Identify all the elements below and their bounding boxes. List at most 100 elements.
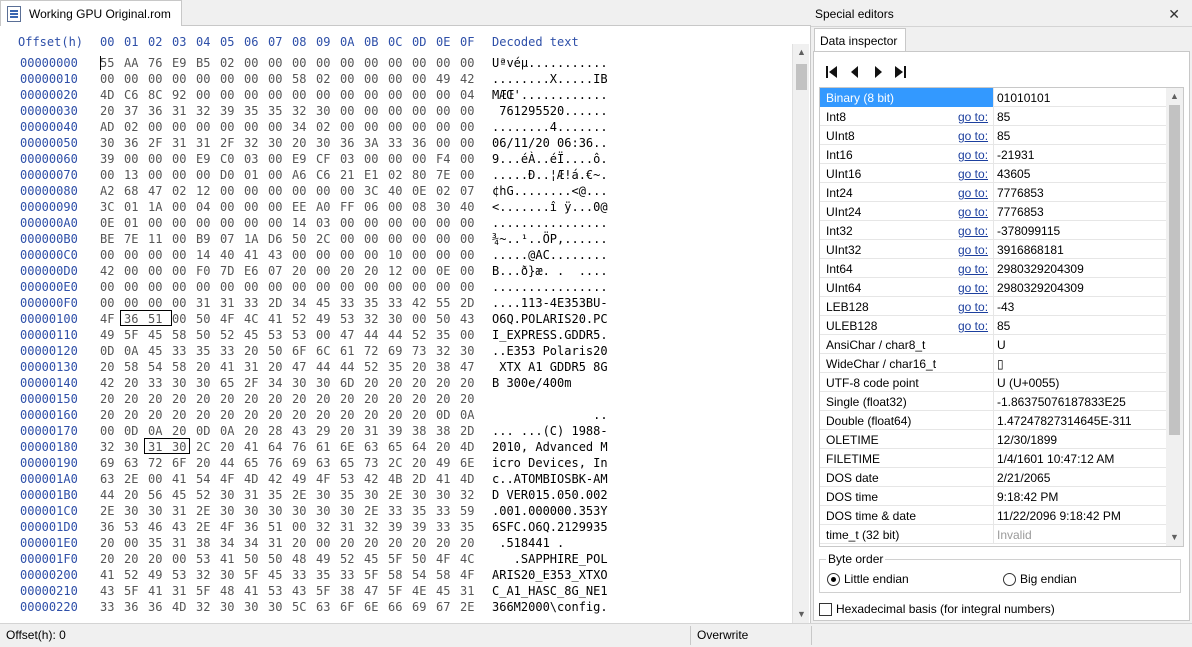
hex-byte[interactable]: 2F [244, 376, 258, 390]
hex-byte[interactable]: 31 [172, 536, 186, 550]
inspector-field-value[interactable]: 3916868181 [997, 243, 1064, 257]
hex-byte[interactable]: 12 [196, 184, 210, 198]
hex-byte[interactable]: E9 [172, 56, 186, 70]
hex-byte[interactable]: 35 [412, 504, 426, 518]
hex-byte[interactable]: 00 [172, 280, 186, 294]
hex-byte[interactable]: 33 [148, 376, 162, 390]
hex-byte[interactable]: 0A [124, 344, 138, 358]
hex-byte[interactable]: 20 [100, 536, 114, 550]
hex-byte[interactable]: 33 [100, 600, 114, 614]
hex-byte[interactable]: 00 [268, 168, 282, 182]
hex-byte[interactable]: 4F [460, 568, 474, 582]
hex-byte[interactable]: 20 [388, 392, 402, 406]
hex-byte[interactable]: CF [316, 152, 330, 166]
hex-byte[interactable]: 20 [172, 424, 186, 438]
hex-byte[interactable]: 02 [172, 184, 186, 198]
hex-byte[interactable]: 06 [364, 200, 378, 214]
hex-byte[interactable]: A0 [316, 200, 330, 214]
hex-byte[interactable]: 00 [460, 152, 474, 166]
hex-byte[interactable]: 00 [148, 168, 162, 182]
hex-byte[interactable]: 30 [316, 136, 330, 150]
hex-byte[interactable]: 30 [364, 488, 378, 502]
hex-byte[interactable]: 6E [340, 440, 354, 454]
inspector-row[interactable]: AnsiChar / char8_t U [820, 335, 1166, 354]
hex-byte[interactable]: 50 [292, 232, 306, 246]
hex-byte[interactable]: 38 [412, 424, 426, 438]
hex-byte[interactable]: 00 [460, 168, 474, 182]
inspector-field-value[interactable]: 1.47247827314645E-311 [997, 414, 1132, 428]
hex-byte[interactable]: 5F [388, 552, 402, 566]
hex-byte[interactable]: 20 [340, 424, 354, 438]
hex-byte[interactable]: 20 [364, 264, 378, 278]
hex-byte[interactable]: 2F [148, 136, 162, 150]
hex-byte[interactable]: 20 [316, 408, 330, 422]
hex-byte[interactable]: 50 [412, 552, 426, 566]
hex-byte[interactable]: 53 [268, 328, 282, 342]
hex-byte[interactable]: 36 [412, 136, 426, 150]
hex-byte[interactable]: 36 [244, 520, 258, 534]
hex-byte[interactable]: 52 [124, 568, 138, 582]
hex-byte[interactable]: 34 [292, 120, 306, 134]
hex-byte[interactable]: 00 [364, 248, 378, 262]
hex-byte[interactable]: AD [100, 120, 114, 134]
hex-byte[interactable]: 44 [316, 360, 330, 374]
hex-byte[interactable]: 36 [124, 312, 138, 326]
hex-byte[interactable]: 0E [436, 264, 450, 278]
hex-byte[interactable]: 31 [172, 136, 186, 150]
hex-byte[interactable]: 38 [340, 584, 354, 598]
hex-byte[interactable]: 41 [244, 440, 258, 454]
hex-byte[interactable]: 63 [364, 440, 378, 454]
scroll-down-arrow-icon[interactable]: ▼ [1166, 529, 1183, 546]
inspector-field-value[interactable]: 12/30/1899 [997, 433, 1057, 447]
inspector-row[interactable]: Int32 go to: -378099115 [820, 221, 1166, 240]
hex-byte[interactable]: 6D [340, 376, 354, 390]
hex-byte[interactable]: 20 [148, 408, 162, 422]
hex-byte[interactable]: 38 [436, 424, 450, 438]
hex-byte[interactable]: 47 [340, 328, 354, 342]
hex-byte[interactable]: B5 [196, 56, 210, 70]
hex-byte[interactable]: 00 [148, 72, 162, 86]
hex-byte[interactable]: 00 [316, 88, 330, 102]
inspector-row[interactable]: UInt8 go to: 85 [820, 126, 1166, 145]
hex-byte[interactable]: 00 [364, 216, 378, 230]
hex-byte[interactable]: 20 [364, 376, 378, 390]
inspector-field-value[interactable]: 2980329204309 [997, 281, 1084, 295]
hex-byte[interactable]: 2D [460, 424, 474, 438]
hex-byte[interactable]: 00 [316, 248, 330, 262]
hex-byte[interactable]: 00 [316, 280, 330, 294]
decoded-text[interactable]: ........4....... [492, 120, 608, 134]
hex-byte[interactable]: 20 [412, 536, 426, 550]
hex-byte[interactable]: 20 [436, 392, 450, 406]
inspector-row[interactable]: DOS date 2/21/2065 [820, 468, 1166, 487]
inspector-field-value[interactable]: 11/22/2096 9:18:42 PM [997, 509, 1121, 523]
hex-byte[interactable]: 64 [412, 440, 426, 454]
hex-byte[interactable]: 00 [340, 104, 354, 118]
hex-byte[interactable]: 00 [412, 56, 426, 70]
inspector-row[interactable]: UInt16 go to: 43605 [820, 164, 1166, 183]
hex-byte[interactable]: AA [124, 56, 138, 70]
hex-byte[interactable]: 00 [412, 72, 426, 86]
hex-byte[interactable]: 00 [460, 264, 474, 278]
hex-byte[interactable]: 1A [148, 200, 162, 214]
hex-byte[interactable]: 20 [244, 424, 258, 438]
hex-byte[interactable]: 52 [292, 312, 306, 326]
hex-byte[interactable]: 5F [124, 584, 138, 598]
scroll-up-arrow-icon[interactable]: ▲ [1166, 88, 1183, 105]
hex-byte[interactable]: 20 [124, 408, 138, 422]
hex-byte[interactable]: 45 [172, 488, 186, 502]
hex-byte[interactable]: 49 [316, 312, 330, 326]
hex-byte[interactable]: 50 [268, 552, 282, 566]
hex-byte[interactable]: 00 [340, 120, 354, 134]
hex-byte[interactable]: 20 [268, 360, 282, 374]
decoded-text[interactable]: 9...éÀ..éÏ....ô. [492, 152, 608, 166]
hex-byte[interactable]: 31 [244, 360, 258, 374]
hex-byte[interactable]: 00 [172, 248, 186, 262]
hex-byte[interactable]: 00 [244, 120, 258, 134]
hex-byte[interactable]: 4D [244, 472, 258, 486]
inspector-field-value[interactable]: 2/21/2065 [997, 471, 1050, 485]
hex-byte[interactable]: 00 [340, 72, 354, 86]
hex-byte[interactable]: 04 [196, 200, 210, 214]
hex-byte[interactable]: 00 [316, 264, 330, 278]
hex-byte[interactable]: 00 [412, 232, 426, 246]
inspector-field-value[interactable]: U [997, 338, 1006, 352]
